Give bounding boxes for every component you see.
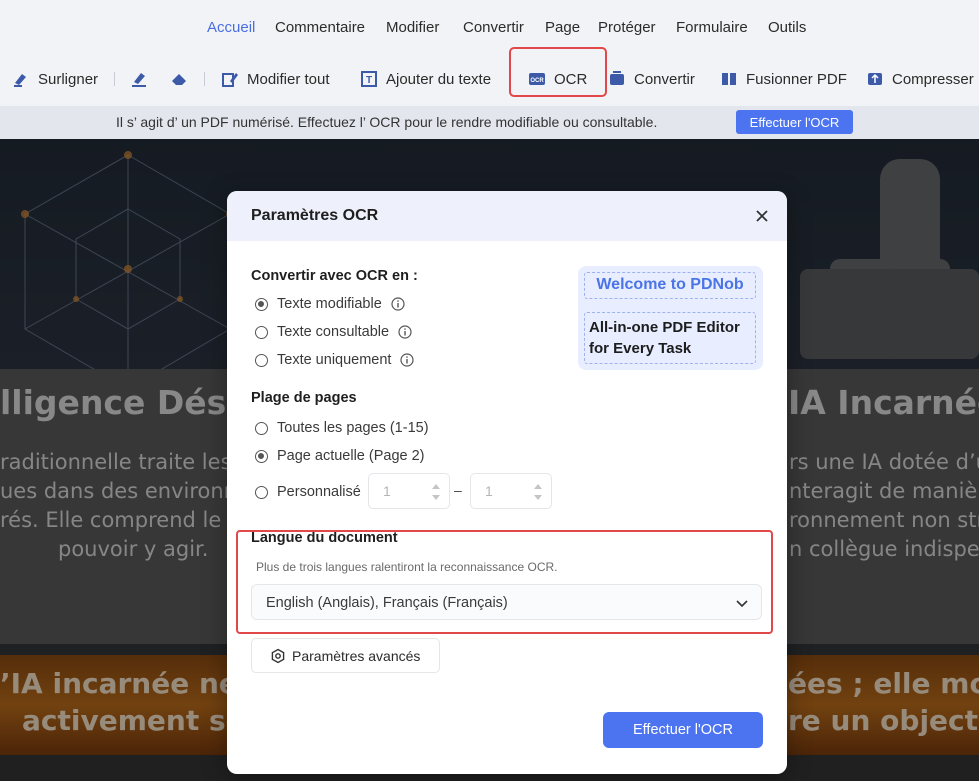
ajouter-texte-label: Ajouter du texte [386,70,492,88]
radio-label: Texte uniquement [277,352,392,368]
menu-commentaire[interactable]: Commentaire [275,19,365,36]
radio-toutes-pages[interactable]: Toutes les pages (1-15) [255,418,429,438]
fusionner-label: Fusionner PDF [746,70,847,88]
info-icon[interactable] [391,297,405,311]
menu-convertir[interactable]: Convertir [463,19,524,36]
toolbar-divider [114,72,115,86]
radio-button[interactable] [255,485,268,499]
eraser-tool[interactable] [170,64,188,94]
close-icon[interactable] [751,205,773,227]
ocr-settings-dialog: Paramètres OCR Convertir avec OCR en : T… [227,191,787,774]
convertir-tool[interactable]: Convertir [608,64,695,94]
svg-text:T: T [366,75,372,86]
radio-button[interactable] [255,449,268,463]
compresser-label: Compresser F [892,70,979,88]
underline-pen-icon [130,70,148,88]
range-separator: – [454,482,462,498]
info-icon[interactable] [398,325,412,339]
promo-subtitle: All-in-one PDF Editor for Every Task [584,312,756,364]
advanced-settings-button[interactable]: Paramètres avancés [251,638,440,673]
range-from-stepper[interactable]: 1 [368,473,450,509]
pdnob-promo-card: Welcome to PDNob All-in-one PDF Editor f… [578,266,763,370]
radio-personnalise[interactable]: Personnalisé [255,482,361,502]
radio-texte-consultable[interactable]: Texte consultable [255,322,412,342]
convert-icon [608,70,626,88]
menu-formulaire[interactable]: Formulaire [676,19,748,36]
range-to-value: 1 [485,483,493,499]
run-ocr-button[interactable]: Effectuer l'OCR [603,712,763,748]
menu-modifier[interactable]: Modifier [386,19,439,36]
menu-accueil[interactable]: Accueil [200,14,262,41]
highlighter-icon [12,70,30,88]
convert-section-title: Convertir avec OCR en : [251,268,418,284]
convertir-label: Convertir [634,70,695,88]
info-icon[interactable] [400,353,415,367]
compresser-tool[interactable]: Compresser F [866,64,979,94]
toolbar-divider [204,72,205,86]
menu-outils[interactable]: Outils [768,19,806,36]
add-text-icon: T [360,70,378,88]
underline-tool[interactable] [130,64,148,94]
merge-icon [720,70,738,88]
toolbar: Surligner Modifier tout T Ajouter du tex… [0,56,979,106]
dialog-title: Paramètres OCR [251,207,379,224]
advanced-settings-label: Paramètres avancés [292,647,421,664]
modifier-tout-label: Modifier tout [247,70,330,88]
edit-all-icon [221,70,239,88]
surligner-label: Surligner [38,70,99,88]
radio-button[interactable] [255,297,268,311]
range-to-stepper[interactable]: 1 [470,473,552,509]
menu-proteger[interactable]: Protéger [598,19,656,36]
ajouter-texte-tool[interactable]: T Ajouter du texte [360,64,491,94]
radio-page-actuelle[interactable]: Page actuelle (Page 2) [255,446,425,466]
stepper-arrows-icon[interactable] [533,481,543,503]
stepper-arrows-icon[interactable] [431,481,441,503]
radio-texte-modifiable[interactable]: Texte modifiable [255,294,405,314]
eraser-icon [170,70,188,88]
radio-button[interactable] [255,353,268,367]
pages-section-title: Plage de pages [251,390,357,406]
fusionner-tool[interactable]: Fusionner PDF [720,64,847,94]
ocr-annotation-box [509,47,607,97]
radio-button[interactable] [255,421,268,435]
radio-label: Personnalisé [277,484,361,500]
modifier-tout-tool[interactable]: Modifier tout [221,64,330,94]
surligner-tool[interactable]: Surligner [12,64,98,94]
language-annotation-box [236,530,773,634]
settings-icon [271,648,285,663]
promo-title: Welcome to PDNob [584,272,756,299]
radio-label: Toutes les pages (1-15) [277,420,429,436]
radio-label: Texte modifiable [277,296,382,312]
compress-icon [866,70,884,88]
dialog-header: Paramètres OCR [227,191,787,241]
radio-texte-uniquement[interactable]: Texte uniquement [255,350,415,370]
range-from-value: 1 [383,483,391,499]
radio-label: Texte consultable [277,324,390,340]
scan-notice-text: Il s’ agit d’ un PDF numérisé. Effectuez… [116,114,658,130]
menu-page[interactable]: Page [545,19,580,36]
radio-label: Page actuelle (Page 2) [277,448,425,464]
menu-bar: Accueil Commentaire Modifier Convertir P… [0,0,979,56]
banner-ocr-button[interactable]: Effectuer l'OCR [736,110,853,134]
radio-button[interactable] [255,325,268,339]
